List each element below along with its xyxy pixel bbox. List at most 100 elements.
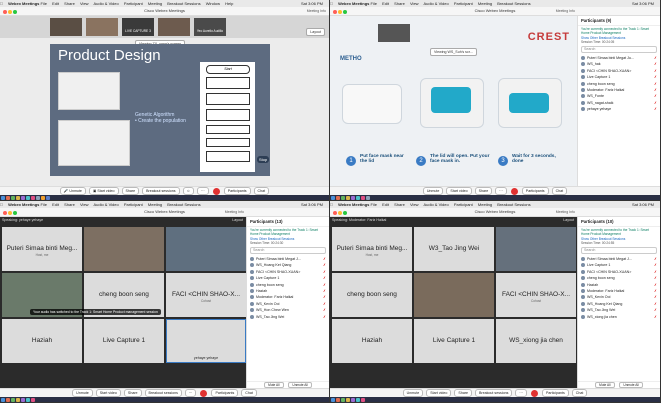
dock-app-icon[interactable] — [340, 397, 345, 402]
more-options-button[interactable]: ⋯ — [515, 389, 527, 398]
dock-app-icon[interactable] — [0, 195, 5, 200]
dock-app-icon[interactable] — [355, 397, 360, 402]
menu-share[interactable]: Share — [64, 202, 75, 207]
participant-video[interactable] — [496, 227, 576, 271]
apple-icon[interactable]:  — [330, 202, 333, 207]
participant-search-input[interactable]: Search — [581, 46, 657, 53]
meeting-info-button[interactable]: Meeting Info — [556, 208, 575, 216]
participant-tile[interactable]: FACI <CHIN SHAO-X... Cohost — [496, 273, 576, 317]
unmute-button[interactable]: Unmute — [72, 389, 93, 398]
apple-icon[interactable]:  — [0, 1, 3, 6]
menu-breakout[interactable]: Breakout Sessions — [497, 202, 530, 207]
dock-app-icon[interactable] — [350, 195, 355, 200]
participant-tile[interactable]: Live Capture 1 — [414, 319, 494, 363]
dock-app-icon[interactable] — [335, 195, 340, 200]
dock-app-icon[interactable] — [10, 195, 15, 200]
dock-app-icon[interactable] — [335, 397, 340, 402]
participant-search-input[interactable]: Search — [250, 247, 326, 254]
participant-tile[interactable]: Haziah — [332, 319, 412, 363]
menu-participant[interactable]: Participant — [124, 1, 143, 6]
participant-tile-active-speaker[interactable]: yehaye yehaye — [166, 319, 246, 363]
menu-meeting[interactable]: Meeting — [148, 1, 162, 6]
menu-audio-video[interactable]: Audio & Video — [423, 202, 448, 207]
dock-app-icon[interactable] — [5, 397, 10, 402]
participant-video[interactable] — [414, 273, 494, 317]
dock-app-icon[interactable] — [45, 195, 50, 200]
menu-app-name[interactable]: Webex Meetings — [338, 1, 369, 6]
menu-participant[interactable]: Participant — [454, 202, 473, 207]
menu-breakout[interactable]: Breakout Sessions — [497, 1, 530, 6]
participant-tile[interactable]: Haziah — [2, 319, 82, 363]
menu-file[interactable]: File — [371, 1, 377, 6]
menu-view[interactable]: View — [410, 202, 419, 207]
breakout-sessions-button[interactable]: Breakout sessions — [144, 389, 182, 398]
dock-app-icon[interactable] — [15, 195, 20, 200]
presenter-video[interactable] — [378, 24, 410, 42]
dock-app-icon[interactable] — [25, 195, 30, 200]
more-options-button[interactable]: ⋯ — [495, 187, 507, 196]
participants-button[interactable]: Participants — [521, 187, 549, 196]
menu-share[interactable]: Share — [394, 1, 405, 6]
menu-audio-video[interactable]: Audio & Video — [93, 202, 118, 207]
dock-app-icon[interactable] — [0, 397, 5, 402]
menu-participant[interactable]: Participant — [454, 1, 473, 6]
menu-participant[interactable]: Participant — [124, 202, 143, 207]
meeting-info-button[interactable]: Meeting Info — [225, 208, 244, 216]
more-options-button[interactable]: ⋯ — [197, 187, 209, 196]
dock-app-icon[interactable] — [25, 397, 30, 402]
menu-view[interactable]: View — [410, 1, 419, 6]
layout-button[interactable]: Layout — [306, 28, 325, 36]
dock-app-icon[interactable] — [35, 195, 40, 200]
participants-button[interactable]: Participants — [541, 389, 569, 398]
unmute-button[interactable]: Unmute — [402, 389, 424, 398]
start-video-button[interactable]: Start video — [426, 389, 452, 398]
share-button[interactable]: Share — [474, 187, 493, 196]
participant-search-input[interactable]: Search — [581, 247, 657, 254]
dock-app-icon[interactable] — [365, 195, 370, 200]
participant-row[interactable]: yehaye yehaye ✗ — [578, 106, 660, 112]
menu-help[interactable]: Help — [225, 1, 233, 6]
menu-share[interactable]: Share — [394, 202, 405, 207]
share-button[interactable]: Share — [454, 389, 473, 398]
menu-audio-video[interactable]: Audio & Video — [423, 1, 448, 6]
menu-breakout[interactable]: Breakout Sessions — [167, 1, 200, 6]
share-button[interactable]: Share — [123, 389, 142, 398]
video-thumbnail[interactable]: Yeo Aurelio Audilio — [194, 18, 226, 36]
layout-button[interactable]: Layout — [232, 218, 243, 222]
apple-icon[interactable]:  — [330, 1, 333, 6]
menu-audio-video[interactable]: Audio & Video — [93, 1, 118, 6]
dock-app-icon[interactable] — [30, 195, 35, 200]
more-options-button[interactable]: ⋯ — [184, 389, 197, 398]
dock-app-icon[interactable] — [40, 195, 45, 200]
menu-window[interactable]: Window — [206, 1, 220, 6]
participant-row[interactable]: WS_xiong jia chen ✗ — [578, 314, 660, 320]
video-thumbnail[interactable] — [86, 18, 118, 36]
menu-edit[interactable]: Edit — [382, 202, 389, 207]
meeting-info-button[interactable]: Meeting Info — [307, 7, 326, 15]
menu-meeting[interactable]: Meeting — [148, 202, 162, 207]
breakout-sessions-button[interactable]: Breakout sessions — [142, 187, 180, 196]
dock-app-icon[interactable] — [360, 397, 365, 402]
breakout-sessions-button[interactable]: Breakout sessions — [475, 389, 513, 398]
menu-breakout[interactable]: Breakout Sessions — [167, 202, 200, 207]
menu-app-name[interactable]: Webex Meetings — [8, 202, 39, 207]
start-video-button[interactable]: Start video — [446, 187, 472, 196]
end-call-button[interactable] — [510, 187, 518, 195]
dock-app-icon[interactable] — [330, 397, 335, 402]
menu-app-name[interactable]: Webex Meetings — [8, 1, 39, 6]
menu-edit[interactable]: Edit — [382, 1, 389, 6]
chat-button[interactable]: Chat — [241, 389, 257, 398]
participant-tile[interactable]: Puteri Simaa binti Meg... Host, me — [2, 227, 82, 271]
dock-app-icon[interactable] — [20, 195, 25, 200]
unmute-button[interactable]: Unmute — [422, 187, 444, 196]
menu-app-name[interactable]: Webex Meetings — [338, 202, 369, 207]
participant-tile[interactable]: Live Capture 1 — [84, 319, 164, 363]
meeting-info-button[interactable]: Meeting Info — [556, 7, 575, 15]
participant-video[interactable] — [84, 227, 164, 271]
dock-app-icon[interactable] — [30, 397, 35, 402]
reactions-button[interactable]: ☺ — [182, 187, 195, 196]
dock-app-icon[interactable] — [10, 397, 15, 402]
menu-file[interactable]: File — [41, 1, 47, 6]
start-video-button[interactable]: ▣ Start video — [88, 187, 119, 196]
dock-app-icon[interactable] — [20, 397, 25, 402]
